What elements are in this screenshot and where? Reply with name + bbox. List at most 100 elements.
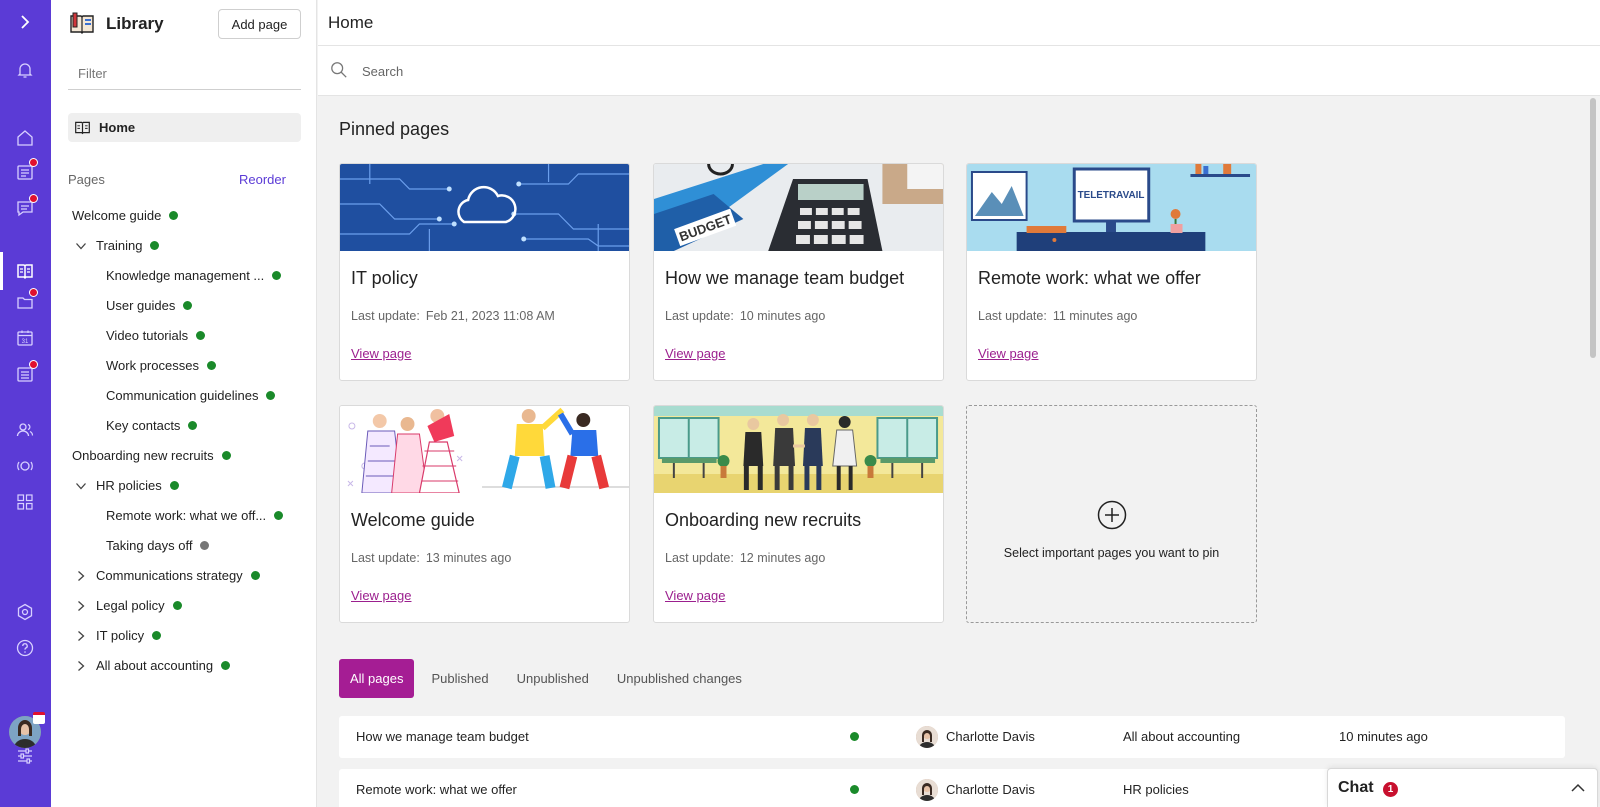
status-dot-published <box>266 391 276 400</box>
tree-item-label: User guides <box>106 298 176 313</box>
tree-item-label: Key contacts <box>106 418 181 433</box>
author-avatar <box>916 726 938 748</box>
pinned-card-team-budget[interactable]: BUDGET How we manage team budget Last up… <box>653 163 944 381</box>
pinned-card-it-policy[interactable]: IT policy Last update: Feb 21, 2023 11:08… <box>339 163 630 381</box>
chevron-right-icon[interactable] <box>75 660 87 672</box>
tree-item-all-about-accounting[interactable]: All about accounting <box>75 658 231 673</box>
search-icon <box>331 62 347 78</box>
home-icon[interactable] <box>11 124 39 152</box>
status-dot-published <box>152 631 162 640</box>
library-book-icon[interactable] <box>11 257 39 285</box>
chat-bubble-icon[interactable] <box>11 194 39 222</box>
search-bar <box>318 46 1600 96</box>
pinned-card-remote-work[interactable]: TELETRAVAIL Remote work: what we offer L… <box>966 163 1257 381</box>
tree-item-label: Knowledge management ... <box>106 268 265 283</box>
tab-all-pages[interactable]: All pages <box>339 659 415 698</box>
tree-item-knowledge-management[interactable]: Knowledge management ... <box>106 268 282 283</box>
expand-chevron-icon[interactable] <box>11 8 39 36</box>
filter-input[interactable] <box>68 58 301 90</box>
chevron-down-icon[interactable] <box>75 240 87 252</box>
status-dot-published <box>272 271 282 280</box>
calendar-icon[interactable]: 31 <box>11 324 39 352</box>
tree-item-label: Work processes <box>106 358 199 373</box>
teletravail-label: TELETRAVAIL <box>1078 190 1145 201</box>
welcome-people-illustration <box>340 406 629 493</box>
status-dot-published <box>196 331 206 340</box>
tasks-icon[interactable] <box>11 360 39 388</box>
main-scrollbar[interactable] <box>1590 98 1596 358</box>
update-value: Feb 21, 2023 11:08 AM <box>425 309 555 323</box>
news-icon[interactable] <box>11 158 39 186</box>
tree-item-communications-strategy[interactable]: Communications strategy <box>75 568 260 583</box>
table-row[interactable]: How we manage team budget Charlotte Davi… <box>339 716 1565 758</box>
update-value: 12 minutes ago <box>739 551 826 565</box>
left-rail: 31 <box>0 0 51 807</box>
view-page-link[interactable]: View page <box>351 346 411 361</box>
help-icon[interactable] <box>11 634 39 662</box>
tab-unpublished-changes[interactable]: Unpublished changes <box>606 659 753 698</box>
row-title: Remote work: what we offer <box>356 782 517 797</box>
card-last-update: Last update: 12 minutes ago <box>665 551 825 565</box>
add-circle-icon[interactable] <box>1097 500 1127 530</box>
chevron-down-icon[interactable] <box>75 480 87 492</box>
view-page-link[interactable]: View page <box>351 588 411 603</box>
card-title: Onboarding new recruits <box>665 510 862 530</box>
tree-item-it-policy[interactable]: IT policy <box>75 628 162 643</box>
tree-item-communication-guidelines[interactable]: Communication guidelines <box>106 388 276 403</box>
update-label: Last update: <box>351 309 420 323</box>
pin-hint-text: Select important pages you want to pin <box>1003 546 1220 560</box>
card-last-update: Last update: Feb 21, 2023 11:08 AM <box>351 309 555 323</box>
chevron-right-icon[interactable] <box>75 630 87 642</box>
chevron-right-icon[interactable] <box>75 600 87 612</box>
tree-item-work-processes[interactable]: Work processes <box>106 358 216 373</box>
tree-item-taking-days-off[interactable]: Taking days off <box>106 538 210 553</box>
folder-icon[interactable] <box>11 288 39 316</box>
tree-item-legal-policy[interactable]: Legal policy <box>75 598 182 613</box>
tab-published[interactable]: Published <box>420 659 499 698</box>
tree-item-onboarding-new-recruits[interactable]: Onboarding new recruits <box>72 448 231 463</box>
sliders-icon[interactable] <box>11 742 39 770</box>
tree-item-video-tutorials[interactable]: Video tutorials <box>106 328 206 343</box>
apps-grid-icon[interactable] <box>11 488 39 516</box>
author-avatar <box>916 779 938 801</box>
chat-widget[interactable]: Chat 1 <box>1327 768 1598 807</box>
tree-item-label: Training <box>96 238 143 253</box>
sidebar-item-home[interactable]: Home <box>68 113 301 142</box>
view-page-link[interactable]: View page <box>665 346 725 361</box>
status-dot-published <box>169 211 179 220</box>
pinned-card-onboarding[interactable]: Onboarding new recruits Last update: 12 m… <box>653 405 944 623</box>
reorder-link[interactable]: Reorder <box>239 172 286 187</box>
card-title: How we manage team budget <box>665 268 905 288</box>
tree-item-remote-work[interactable]: Remote work: what we off... <box>106 508 284 523</box>
tree-item-hr-policies[interactable]: HR policies <box>75 478 179 493</box>
people-icon[interactable] <box>11 416 39 444</box>
tab-unpublished[interactable]: Unpublished <box>506 659 600 698</box>
tree-item-label: Onboarding new recruits <box>72 448 214 463</box>
pin-page-placeholder[interactable]: Select important pages you want to pin <box>966 405 1257 623</box>
view-page-link[interactable]: View page <box>978 346 1038 361</box>
card-title: IT policy <box>351 268 418 288</box>
chevron-up-icon[interactable] <box>1571 783 1585 793</box>
notification-dot <box>29 288 38 297</box>
row-author: Charlotte Davis <box>946 729 1035 744</box>
search-input[interactable] <box>362 58 1162 84</box>
pinned-card-welcome-guide[interactable]: Welcome guide Last update: 13 minutes ago… <box>339 405 630 623</box>
status-dot-published <box>221 661 231 670</box>
card-title: Welcome guide <box>351 510 475 530</box>
settings-hexagon-icon[interactable] <box>11 598 39 626</box>
update-value: 13 minutes ago <box>425 551 512 565</box>
chevron-right-icon[interactable] <box>75 570 87 582</box>
chat-unread-badge: 1 <box>1383 782 1398 797</box>
tree-item-key-contacts[interactable]: Key contacts <box>106 418 198 433</box>
view-page-link[interactable]: View page <box>665 588 725 603</box>
status-dot-published <box>169 481 179 490</box>
tree-item-training[interactable]: Training <box>75 238 160 253</box>
community-icon[interactable] <box>11 452 39 480</box>
row-parent: All about accounting <box>1123 729 1241 744</box>
tree-item-user-guides[interactable]: User guides <box>106 298 193 313</box>
add-page-button[interactable]: Add page <box>218 9 301 39</box>
update-label: Last update: <box>351 551 420 565</box>
bell-icon[interactable] <box>11 56 39 84</box>
tree-item-welcome-guide[interactable]: Welcome guide <box>72 208 179 223</box>
status-dot-published <box>150 241 160 250</box>
